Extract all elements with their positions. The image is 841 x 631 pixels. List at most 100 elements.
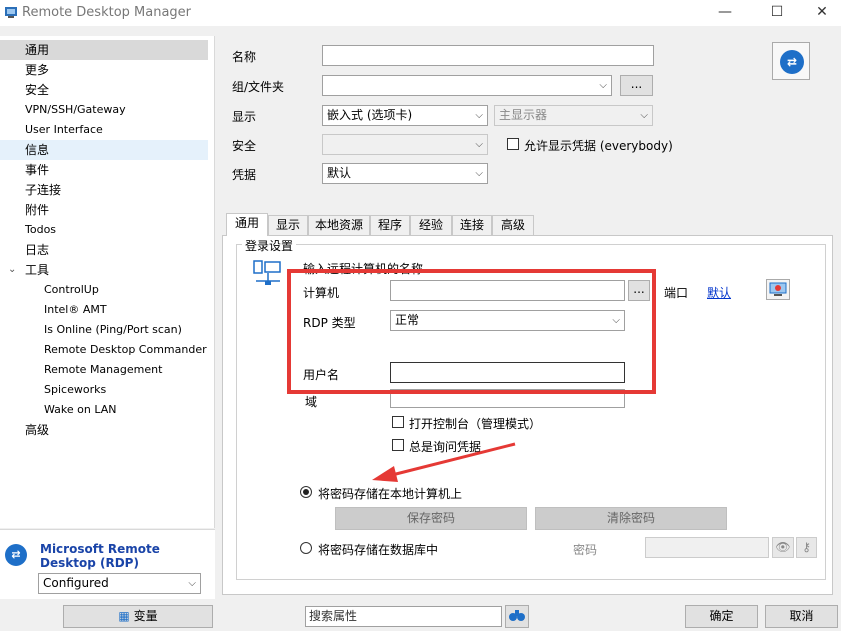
save-password-button[interactable]: 保存密码: [335, 507, 527, 530]
security-label: 安全: [232, 139, 257, 153]
display-mode-select[interactable]: 嵌入式 (选项卡) ⌵: [322, 105, 488, 126]
chevron-down-icon: ⌵: [188, 578, 196, 589]
chevron-down-icon: ⌵: [475, 168, 483, 179]
sidebar-item-user-interface[interactable]: User Interface: [0, 120, 208, 140]
entry-icon-button[interactable]: ⇄: [772, 42, 810, 80]
sidebar-item-information[interactable]: 信息: [0, 140, 208, 160]
computer-browse-button[interactable]: ...: [628, 280, 650, 301]
app-logo-icon: [4, 5, 18, 19]
domain-input[interactable]: [390, 389, 625, 408]
sidebar-item-label: Todos: [25, 223, 57, 236]
rdp-type-value: 正常: [395, 313, 420, 327]
allow-show-credentials-checkbox[interactable]: [507, 138, 519, 150]
credentials-label: 凭据: [232, 168, 257, 182]
sidebar-item-spiceworks[interactable]: Spiceworks: [0, 380, 208, 400]
clear-password-button[interactable]: 清除密码: [535, 507, 727, 530]
maximize-button[interactable]: ☐: [754, 0, 800, 26]
sidebar-item-label: Remote Management: [44, 363, 163, 376]
sidebar-item-attachments[interactable]: 附件: [0, 200, 208, 220]
close-button[interactable]: ✕: [799, 0, 841, 26]
allow-show-credentials-label: 允许显示凭据 (everybody): [524, 139, 673, 153]
sidebar-item-general[interactable]: 通用: [0, 40, 208, 60]
binoculars-icon[interactable]: [505, 605, 529, 628]
sidebar-item-label: 高级: [25, 423, 50, 437]
chevron-down-icon[interactable]: ⌄: [8, 260, 16, 280]
open-console-checkbox[interactable]: [392, 416, 404, 428]
sidebar-item-rd-commander[interactable]: Remote Desktop Commander: [0, 340, 208, 360]
remote-settings-icon[interactable]: [766, 279, 790, 300]
sidebar-item-logs[interactable]: 日志: [0, 240, 208, 260]
chevron-down-icon: ⌵: [599, 80, 607, 91]
window-title: Remote Desktop Manager: [22, 5, 192, 20]
annotation-arrow-icon: [360, 438, 520, 488]
sidebar-item-wake-on-lan[interactable]: Wake on LAN: [0, 400, 208, 420]
store-db-label: 将密码存储在数据库中: [318, 543, 439, 557]
tab-local-resources[interactable]: 本地资源: [308, 215, 370, 235]
group-folder-select[interactable]: ⌵: [322, 75, 612, 96]
monitor-select[interactable]: 主显示器 ⌵: [494, 105, 653, 126]
sidebar-item-label: Spiceworks: [44, 383, 107, 396]
chevron-down-icon: ⌵: [612, 315, 620, 326]
sidebar-item-remote-management[interactable]: Remote Management: [0, 360, 208, 380]
sidebar-item-tools[interactable]: ⌄ 工具: [0, 260, 208, 280]
login-settings-title: 登录设置: [242, 237, 297, 254]
tab-display[interactable]: 显示: [268, 215, 308, 235]
port-label: 端口: [664, 286, 689, 300]
username-input[interactable]: [390, 362, 625, 383]
tab-general[interactable]: 通用: [226, 213, 268, 236]
sidebar-item-more[interactable]: 更多: [0, 60, 208, 80]
grid-icon: ▦: [118, 609, 130, 623]
ok-button[interactable]: 确定: [685, 605, 758, 628]
group-browse-button[interactable]: ...: [620, 75, 653, 96]
sidebar-item-advanced[interactable]: 高级: [0, 420, 208, 440]
sidebar-item-label: VPN/SSH/Gateway: [25, 103, 126, 116]
tab-advanced[interactable]: 高级: [492, 215, 534, 235]
computer-input[interactable]: [390, 280, 625, 301]
sidebar-item-events[interactable]: 事件: [0, 160, 208, 180]
sidebar-item-label: 附件: [25, 203, 50, 217]
credentials-select[interactable]: 默认 ⌵: [322, 163, 488, 184]
display-label: 显示: [232, 110, 257, 124]
sidebar-item-is-online[interactable]: Is Online (Ping/Port scan): [0, 320, 208, 340]
store-local-radio[interactable]: [300, 486, 312, 498]
sidebar-item-vpn[interactable]: VPN/SSH/Gateway: [0, 100, 208, 120]
monitor-value: 主显示器: [499, 108, 548, 122]
sidebar-item-label: 信息: [25, 143, 50, 157]
sidebar-item-label: 安全: [25, 83, 50, 97]
show-password-eye-icon[interactable]: 👁: [772, 537, 794, 558]
sidebar-item-intel-amt[interactable]: Intel® AMT: [0, 300, 208, 320]
security-select[interactable]: ⌵: [322, 134, 488, 155]
password-input[interactable]: [645, 537, 769, 558]
chevron-down-icon: ⌵: [640, 110, 648, 121]
minimize-button[interactable]: —: [702, 0, 748, 26]
sidebar-item-label: 日志: [25, 243, 50, 257]
sidebar-item-label: ControlUp: [44, 283, 99, 296]
open-console-label: 打开控制台（管理模式）: [409, 417, 542, 431]
sidebar-item-todos[interactable]: Todos: [0, 220, 208, 240]
search-properties-input[interactable]: 搜索属性: [305, 606, 502, 627]
password-label: 密码: [573, 543, 598, 557]
tab-programs[interactable]: 程序: [370, 215, 410, 235]
variables-button[interactable]: ▦ 变量: [63, 605, 213, 628]
chevron-down-icon: ⌵: [475, 110, 483, 121]
name-label: 名称: [232, 50, 257, 64]
sidebar-item-controlup[interactable]: ControlUp: [0, 280, 208, 300]
sidebar-item-sub-connections[interactable]: 子连接: [0, 180, 208, 200]
sidebar-item-label: 通用: [25, 43, 50, 57]
password-key-icon[interactable]: ⚷: [796, 537, 817, 558]
tab-experience[interactable]: 经验: [410, 215, 452, 235]
store-db-radio[interactable]: [300, 542, 312, 554]
search-placeholder: 搜索属性: [309, 609, 358, 623]
name-input[interactable]: [322, 45, 654, 66]
sidebar-item-label: User Interface: [25, 123, 103, 136]
entry-status-select[interactable]: Configured ⌵: [38, 573, 201, 594]
cancel-button[interactable]: 取消: [765, 605, 838, 628]
sidebar-item-security[interactable]: 安全: [0, 80, 208, 100]
sidebar-item-label: 工具: [25, 263, 50, 277]
entry-status-value: Configured: [43, 576, 109, 590]
computer-network-icon: [252, 259, 284, 287]
port-default-link[interactable]: 默认: [707, 284, 731, 301]
tab-connection[interactable]: 连接: [452, 215, 492, 235]
rdp-type-select[interactable]: 正常 ⌵: [390, 310, 625, 331]
display-mode-value: 嵌入式 (选项卡): [327, 108, 413, 122]
